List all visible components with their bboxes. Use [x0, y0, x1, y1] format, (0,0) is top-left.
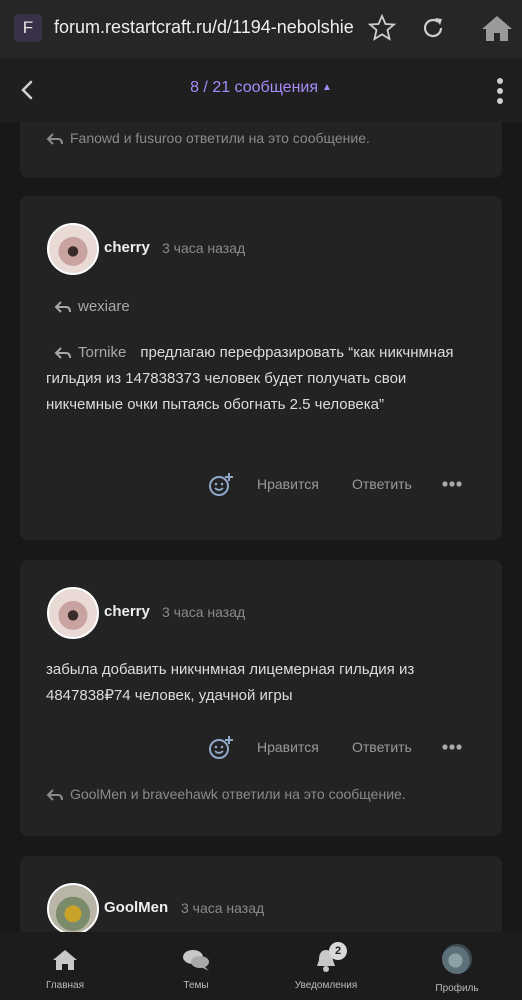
- notification-badge: 2: [329, 942, 347, 960]
- more-actions-icon[interactable]: [442, 743, 462, 751]
- mention-user: Tornike: [78, 344, 127, 361]
- bottom-navigation: Главная Темы 2 Уведомления Профиль: [0, 932, 522, 1000]
- site-favicon: F: [14, 14, 42, 42]
- post-time[interactable]: 3 часа назад: [162, 604, 245, 620]
- more-actions-icon[interactable]: [442, 480, 462, 488]
- post-position: 8 / 21 сообщения: [190, 79, 319, 96]
- nav-topics[interactable]: Темы: [146, 932, 246, 1000]
- reply-arrow-icon: [46, 789, 63, 801]
- like-button[interactable]: Нравится: [257, 739, 319, 755]
- add-reaction-icon[interactable]: [208, 472, 234, 498]
- post-scrubber[interactable]: 8 / 21 сообщения ▲: [0, 79, 522, 97]
- post-body: Tornike предлагаю перефразировать “как ни…: [46, 340, 476, 418]
- post-card: cherry 3 часа назад забыла добавить никч…: [20, 560, 502, 836]
- reply-button[interactable]: Ответить: [352, 739, 412, 755]
- home-icon[interactable]: [481, 13, 513, 43]
- post-card: cherry 3 часа назад wexiare Tornike предл…: [20, 196, 502, 540]
- star-icon[interactable]: [367, 13, 397, 43]
- replied-text: GoolMen и braveehawk ответили на это соо…: [70, 786, 406, 802]
- nav-home[interactable]: Главная: [15, 932, 115, 1000]
- nav-profile[interactable]: Профиль: [407, 932, 507, 1000]
- reply-arrow-icon: [54, 301, 71, 313]
- nav-label: Уведомления: [294, 980, 358, 991]
- replied-by[interactable]: Fanowd и fusuroo ответили на это сообщен…: [46, 130, 370, 146]
- post-time[interactable]: 3 часа назад: [181, 900, 264, 916]
- post-card: Fanowd и fusuroo ответили на это сообщен…: [20, 122, 502, 178]
- profile-avatar: [442, 944, 472, 974]
- nav-label: Главная: [45, 980, 85, 991]
- reply-arrow-icon: [46, 133, 63, 145]
- post-card: GoolMen 3 часа назад: [20, 856, 502, 935]
- more-menu-icon[interactable]: [496, 78, 504, 104]
- avatar[interactable]: [47, 587, 99, 639]
- post-mention-inline[interactable]: Tornike: [54, 344, 126, 361]
- reply-button[interactable]: Ответить: [352, 476, 412, 492]
- add-reaction-icon[interactable]: [208, 735, 234, 761]
- nav-label: Темы: [183, 980, 209, 991]
- post-author[interactable]: cherry: [104, 239, 150, 256]
- replied-by[interactable]: GoolMen и braveehawk ответили на это соо…: [46, 786, 406, 802]
- address-bar[interactable]: forum.restartcraft.ru/d/1194-nebolshie-i…: [54, 17, 354, 38]
- browser-toolbar: F forum.restartcraft.ru/d/1194-nebolshie…: [0, 0, 522, 58]
- post-author[interactable]: cherry: [104, 603, 150, 620]
- post-time[interactable]: 3 часа назад: [162, 240, 245, 256]
- avatar[interactable]: [47, 223, 99, 275]
- mention-user: wexiare: [78, 298, 130, 315]
- home-icon: [53, 950, 77, 970]
- nav-notifications[interactable]: 2 Уведомления: [276, 932, 376, 1000]
- discussion-header: 8 / 21 сообщения ▲: [0, 58, 522, 122]
- post-author[interactable]: GoolMen: [104, 899, 168, 916]
- chat-bubbles-icon: [183, 950, 209, 971]
- nav-label: Профиль: [435, 983, 479, 994]
- reload-icon[interactable]: [418, 13, 448, 43]
- sort-caret-icon: ▲: [322, 82, 332, 93]
- like-button[interactable]: Нравится: [257, 476, 319, 492]
- reply-arrow-icon: [54, 347, 71, 359]
- post-mention[interactable]: wexiare: [54, 298, 130, 315]
- replied-text: Fanowd и fusuroo ответили на это сообщен…: [70, 130, 370, 146]
- post-body: забыла добавить никчнмная лицемерная гил…: [46, 661, 415, 704]
- avatar[interactable]: [47, 883, 99, 935]
